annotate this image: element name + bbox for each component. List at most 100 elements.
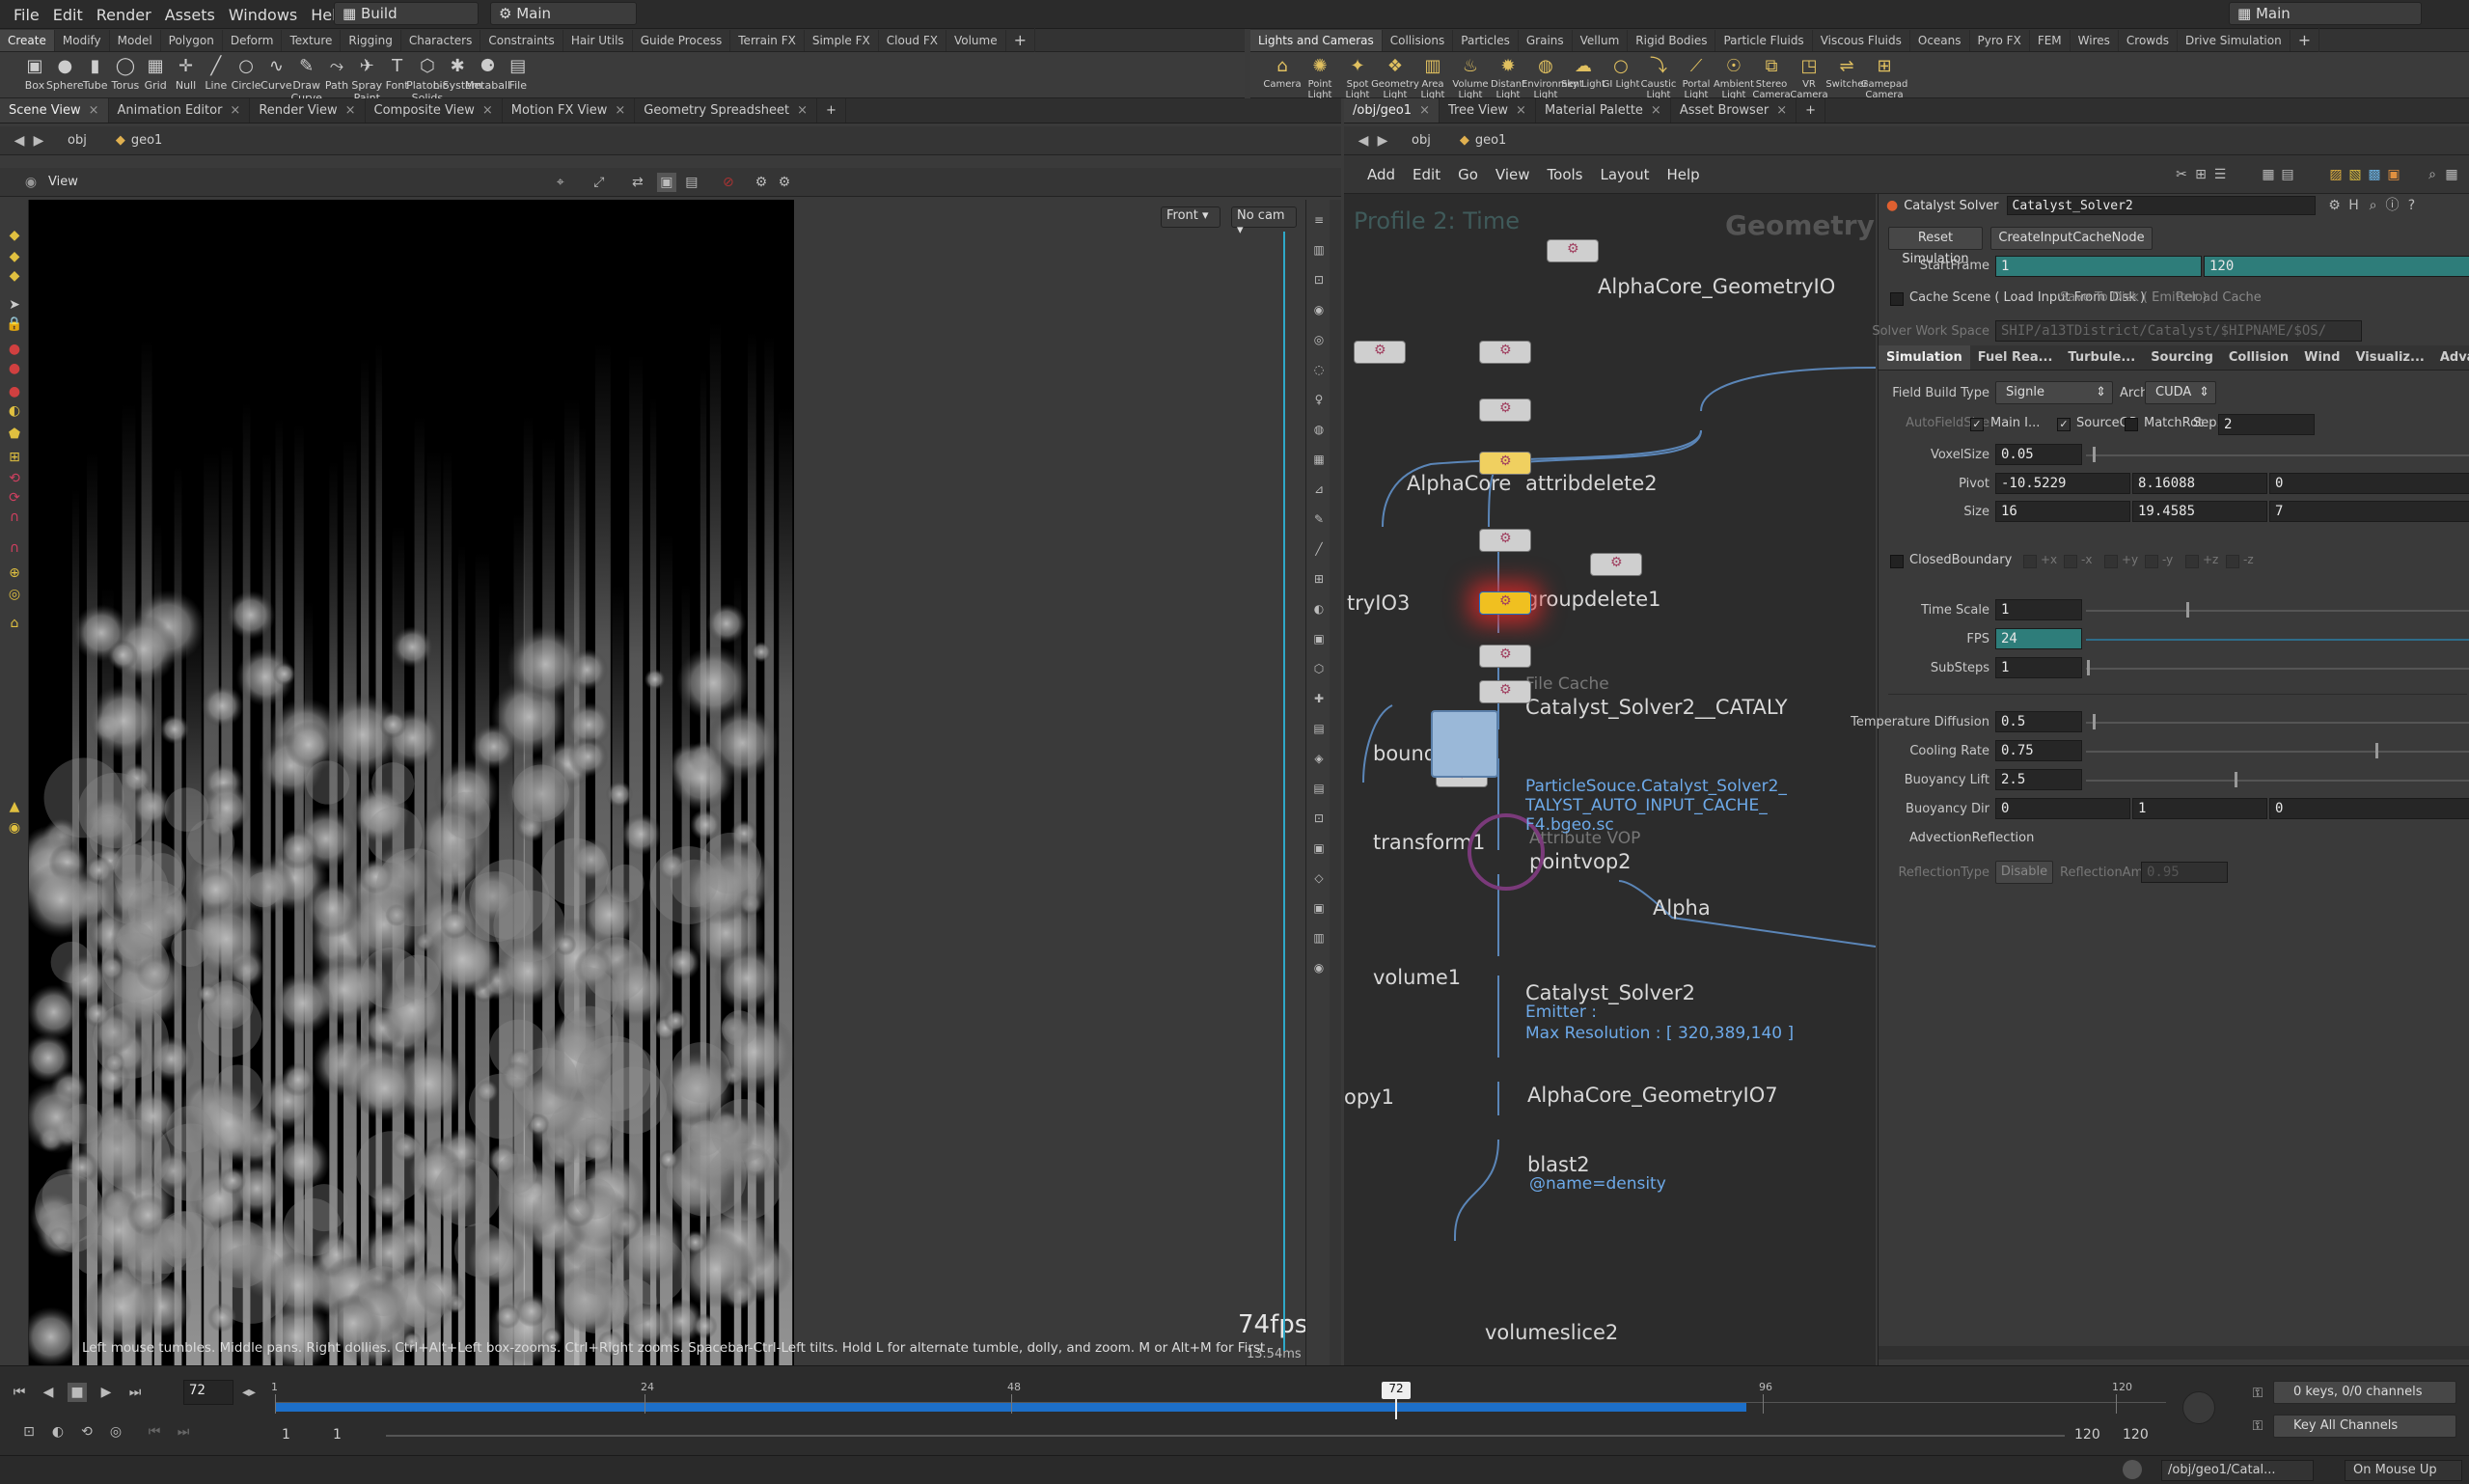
node-label[interactable]: volumeslice2 bbox=[1485, 1321, 1618, 1344]
persp-icon[interactable]: ⊕ bbox=[6, 564, 23, 582]
display-option-icon[interactable]: ⊞ bbox=[1310, 570, 1328, 588]
loop-icon[interactable]: ⟲ bbox=[77, 1422, 96, 1442]
next-key-icon[interactable]: ⏭ bbox=[174, 1422, 193, 1442]
settings-icon[interactable]: ◎ bbox=[106, 1422, 125, 1442]
display-option-icon[interactable]: ╱ bbox=[1310, 540, 1328, 558]
audio-scrub-icon[interactable]: ◐ bbox=[48, 1422, 68, 1442]
display-option-icon[interactable]: ✚ bbox=[1310, 690, 1328, 707]
range-end[interactable]: 120 bbox=[2123, 1427, 2149, 1443]
closed-x-checkbox[interactable] bbox=[2064, 555, 2077, 568]
node-label[interactable]: AlphaCore bbox=[1407, 472, 1511, 495]
pane-tab-tree-view[interactable]: Tree View × bbox=[1440, 98, 1536, 123]
back-arrow-icon[interactable]: ◀ bbox=[1354, 131, 1373, 151]
shelf-tab-particles[interactable]: Particles bbox=[1453, 29, 1519, 51]
display-option-icon[interactable]: ▦ bbox=[1310, 451, 1328, 468]
node-alphacore-geometryio7[interactable]: ⚙ bbox=[1479, 645, 1531, 668]
sep-field[interactable]: 2 bbox=[2218, 414, 2315, 435]
display-option-icon[interactable]: ▣ bbox=[1310, 630, 1328, 647]
reflection-amount-field[interactable]: 0.95 bbox=[2141, 862, 2228, 883]
startframe-field[interactable]: 1 bbox=[1995, 256, 2202, 277]
handle-icon[interactable]: ⇄ bbox=[628, 173, 647, 192]
field-build-dropdown[interactable]: Signle ⇕ bbox=[1995, 381, 2113, 404]
node-label[interactable]: attribdelete2 bbox=[1525, 472, 1658, 495]
close-icon[interactable]: × bbox=[1516, 103, 1526, 118]
warning-icon[interactable]: ▲ bbox=[6, 798, 23, 815]
size-y-field[interactable]: 19.4585 bbox=[2132, 501, 2267, 522]
temp-diffusion-knob[interactable] bbox=[2093, 714, 2096, 729]
update-mode-dropdown[interactable]: On Mouse Up bbox=[2345, 1460, 2462, 1481]
menu-edit[interactable]: Edit bbox=[53, 6, 83, 24]
back-arrow-icon[interactable]: ◀ bbox=[10, 131, 29, 151]
closed-y-checkbox[interactable] bbox=[2104, 555, 2118, 568]
pivot-x-field[interactable]: -10.5229 bbox=[1995, 473, 2130, 494]
pane-tab-render-view[interactable]: Render View × bbox=[250, 98, 366, 123]
param-tab-fuel-rea[interactable]: Fuel Rea... bbox=[1970, 345, 2061, 370]
node-catalyst-solver2-cataly[interactable]: ⚙ bbox=[1479, 452, 1531, 475]
image-icon[interactable]: ▩ bbox=[2365, 165, 2384, 184]
shelf-tab-grains[interactable]: Grains bbox=[1519, 29, 1573, 51]
help-h-icon[interactable]: H bbox=[2345, 196, 2364, 215]
display-option-icon[interactable]: ≡ bbox=[1310, 211, 1328, 229]
pane-tab-asset-browser[interactable]: Asset Browser × bbox=[1671, 98, 1797, 123]
param-tab-sourcing[interactable]: Sourcing bbox=[2143, 345, 2221, 370]
right-shelf-dropdown[interactable]: ▦ Main bbox=[2229, 2, 2422, 25]
buoyancy-dir-z[interactable]: 0 bbox=[2269, 798, 2469, 819]
node-label[interactable]: Catalyst_Solver2 bbox=[1525, 981, 1695, 1004]
shelf-tab-collisions[interactable]: Collisions bbox=[1383, 29, 1454, 51]
shelf-tab-volume[interactable]: Volume bbox=[946, 29, 1006, 51]
note-icon[interactable]: ▨ bbox=[2326, 165, 2346, 184]
search-icon[interactable]: ⌕ bbox=[2423, 165, 2442, 184]
voxelsize-knob[interactable] bbox=[2093, 447, 2096, 462]
workspace-field[interactable]: SHIP/a13TDistrict/Catalyst/$HIPNAME/$OS/ bbox=[1995, 320, 2362, 342]
close-icon[interactable]: × bbox=[345, 103, 356, 118]
shelf-tab-create[interactable]: Create bbox=[0, 29, 55, 51]
cache-scene-checkbox[interactable] bbox=[1890, 292, 1904, 306]
display-option-icon[interactable]: ▣ bbox=[1310, 899, 1328, 917]
display-option-icon[interactable]: ◍ bbox=[1310, 421, 1328, 438]
close-icon[interactable]: × bbox=[1419, 103, 1430, 118]
buoyancy-lift-slider[interactable] bbox=[2086, 780, 2469, 782]
add-tab-icon[interactable]: + bbox=[817, 98, 846, 123]
shelf-tab-deform[interactable]: Deform bbox=[223, 29, 283, 51]
buoyancy-lift-field[interactable]: 2.5 bbox=[1995, 769, 2082, 790]
display-option-icon[interactable]: ◈ bbox=[1310, 750, 1328, 767]
gear-icon[interactable]: ⚙ bbox=[2325, 196, 2345, 215]
play-icon[interactable]: ▶ bbox=[96, 1383, 116, 1402]
network-menu-layout[interactable]: Layout bbox=[1600, 166, 1649, 183]
magnet-icon[interactable]: ∩ bbox=[6, 539, 23, 557]
paint-tool-icon[interactable]: ◆ bbox=[6, 267, 23, 285]
substeps-slider[interactable] bbox=[2086, 668, 2469, 670]
range-start[interactable]: 1 bbox=[282, 1427, 290, 1443]
reload-cache-button[interactable]: Reload Cache bbox=[2176, 290, 2262, 305]
node-label[interactable]: AlphaCore_GeometryIO7 bbox=[1527, 1084, 1778, 1107]
stop-icon[interactable]: ■ bbox=[68, 1383, 87, 1402]
shelf-tab-guide-process[interactable]: Guide Process bbox=[633, 29, 731, 51]
main-checkbox[interactable]: ✓ bbox=[1970, 418, 1984, 431]
shelf-tab-rigging[interactable]: Rigging bbox=[341, 29, 401, 51]
select-arrow-icon[interactable]: ➤ bbox=[6, 296, 23, 314]
magnet-icon[interactable]: ⟲ bbox=[6, 470, 23, 487]
audio-icon[interactable] bbox=[2182, 1391, 2215, 1424]
node-alpha[interactable]: ⚙ bbox=[1590, 553, 1642, 576]
arch-dropdown[interactable]: CUDA ⇕ bbox=[2145, 381, 2216, 404]
display-icon[interactable]: ▣ bbox=[656, 172, 676, 192]
shelf-tab-pyro-fx[interactable]: Pyro FX bbox=[1970, 29, 2030, 51]
shelf-tab-particle-fluids[interactable]: Particle Fluids bbox=[1715, 29, 1813, 51]
size-x-field[interactable]: 16 bbox=[1995, 501, 2130, 522]
wrench-icon[interactable]: ✂ bbox=[2172, 165, 2191, 184]
substeps-field[interactable]: 1 bbox=[1995, 657, 2082, 678]
snap-icon[interactable]: ⬟ bbox=[6, 426, 23, 443]
display-option-icon[interactable]: ▤ bbox=[1310, 780, 1328, 797]
display-option-icon[interactable]: ⊡ bbox=[1310, 271, 1328, 289]
closed-z-checkbox[interactable] bbox=[2185, 555, 2199, 568]
cooling-rate-knob[interactable] bbox=[2375, 743, 2378, 758]
list-icon[interactable]: ☰ bbox=[2210, 165, 2230, 184]
ghost-icon[interactable]: ◉ bbox=[6, 819, 23, 837]
voxelsize-slider[interactable] bbox=[2086, 454, 2469, 456]
pivot-y-field[interactable]: 8.16088 bbox=[2132, 473, 2267, 494]
transform-icon[interactable]: ⤢ bbox=[590, 173, 609, 192]
sticky-icon[interactable]: ▧ bbox=[2346, 165, 2365, 184]
menu-assets[interactable]: Assets bbox=[165, 6, 215, 24]
voxelsize-field[interactable]: 0.05 bbox=[1995, 444, 2082, 465]
prev-key-icon[interactable]: ⏮ bbox=[145, 1422, 164, 1442]
